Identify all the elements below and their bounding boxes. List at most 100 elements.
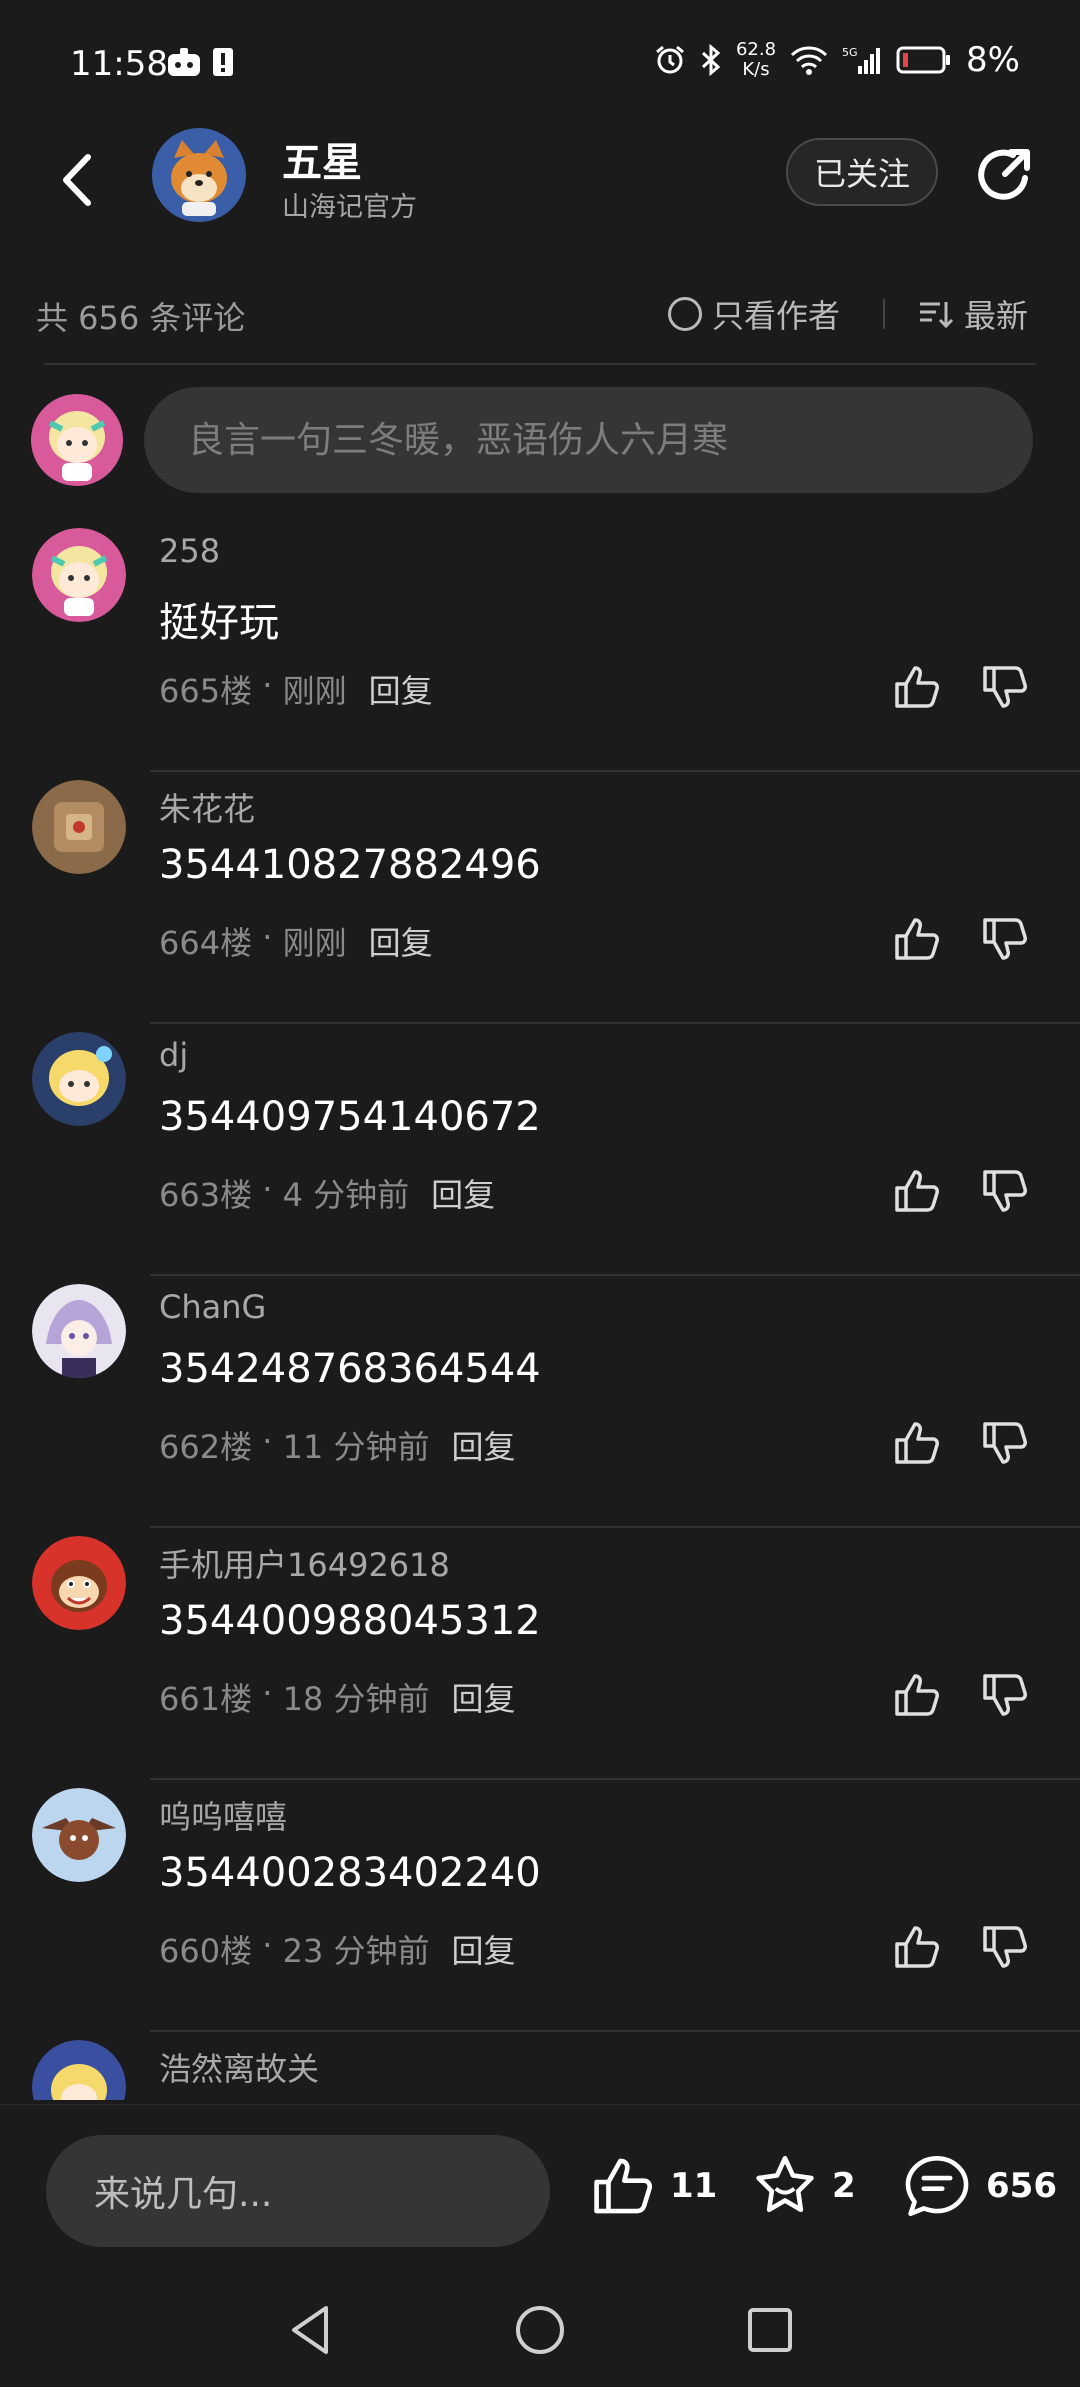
current-user-avatar [30, 393, 124, 487]
thumbs-up-icon[interactable] [892, 1166, 942, 1216]
comment-meta: 661楼 · 18 分钟前 回复 [159, 1674, 516, 1720]
share-icon[interactable] [973, 144, 1037, 208]
comment-meta: 664楼 · 刚刚 回复 [159, 918, 433, 964]
nav-home-icon[interactable] [510, 2300, 570, 2360]
user-avatar[interactable] [32, 1536, 126, 1630]
compose-row [0, 385, 1080, 495]
comment-username[interactable]: 258 [159, 532, 220, 570]
user-avatar[interactable] [32, 780, 126, 874]
author-only-toggle[interactable]: 只看作者 [668, 291, 840, 337]
thumbs-down-icon[interactable] [980, 1166, 1030, 1216]
comment-item: 手机用户16492618 354400988045312 661楼 · 18 分… [0, 1528, 1080, 1780]
anime-avatar-icon [31, 394, 123, 486]
author-only-label: 只看作者 [712, 297, 841, 335]
comment-text: 354400283402240 [159, 1850, 541, 1896]
like-action[interactable]: 11 [590, 2153, 717, 2219]
thumbs-up-icon [594, 2158, 653, 2214]
comment-time: 18 分钟前 [282, 1680, 430, 1718]
comment-time: 刚刚 [282, 924, 347, 962]
comment-floor: 663楼 [159, 1176, 253, 1214]
battery-percentage: 8% [966, 40, 1020, 80]
comment-text: 挺好玩 [159, 600, 279, 646]
user-avatar[interactable] [32, 1788, 126, 1882]
comment-time: 刚刚 [282, 672, 347, 710]
anime-avatar-icon [32, 1284, 126, 1378]
status-right: 62.8 K/s 5G 8% [654, 40, 1020, 80]
favorite-action[interactable]: 2 [752, 2153, 856, 2219]
meta-dot: · [252, 1422, 283, 1460]
meta-dot: · [252, 1674, 283, 1712]
meta-dot: · [252, 1170, 283, 1208]
app-notification-icon [168, 48, 200, 76]
thumbs-up-icon[interactable] [892, 914, 942, 964]
comment-action[interactable]: 656 [902, 2153, 1057, 2219]
back-icon[interactable] [50, 145, 110, 215]
sort-icon [920, 302, 954, 329]
thumbs-down-icon[interactable] [980, 1670, 1030, 1720]
shiba-avatar-icon [153, 129, 245, 221]
comment-meta: 663楼 · 4 分钟前 回复 [159, 1170, 495, 1216]
status-time: 11:58 [70, 44, 168, 84]
comment-floor: 661楼 [159, 1680, 253, 1718]
comment-username[interactable]: dj [159, 1036, 188, 1074]
reply-button[interactable]: 回复 [452, 1926, 516, 1972]
follow-button[interactable]: 已关注 [786, 138, 938, 206]
thumbs-down-icon[interactable] [980, 662, 1030, 712]
user-avatar[interactable] [32, 1284, 126, 1378]
header-divider [44, 363, 1036, 365]
comment-username[interactable]: 浩然离故关 [159, 2044, 319, 2090]
reply-button[interactable]: 回复 [431, 1170, 495, 1216]
comment-count: 656 [986, 2166, 1057, 2206]
comment-text: 354410827882496 [159, 842, 541, 888]
status-bar: 11:58 62.8 K/s 5G 8% [0, 0, 1080, 130]
sort-button[interactable]: 最新 [918, 291, 1028, 337]
filter-bar: 共 656 条评论 只看作者 最新 [0, 285, 1080, 345]
dragon-avatar-icon [32, 1788, 126, 1882]
network-speed: 62.8 K/s [736, 40, 776, 80]
thumbs-down-icon[interactable] [980, 1922, 1030, 1972]
comment-floor: 664楼 [159, 924, 253, 962]
user-avatar[interactable] [32, 2040, 126, 2100]
user-avatar[interactable] [32, 528, 126, 622]
sort-label: 最新 [964, 297, 1029, 335]
radio-circle-icon [668, 297, 702, 331]
say-something-input[interactable]: 来说几句... [46, 2135, 550, 2247]
thumbs-down-icon[interactable] [980, 914, 1030, 964]
comment-username[interactable]: 呜呜嘻嘻 [159, 1792, 287, 1838]
status-notification-icons [166, 46, 234, 78]
thumbs-up-icon[interactable] [892, 1418, 942, 1468]
thumbs-down-icon[interactable] [980, 1418, 1030, 1468]
comment-username[interactable]: ChanG [159, 1288, 266, 1326]
nav-back-icon[interactable] [282, 2300, 342, 2360]
comment-floor: 662楼 [159, 1428, 253, 1466]
comment-meta: 665楼 · 刚刚 回复 [159, 666, 433, 712]
page-title: 五星 [282, 140, 362, 186]
comment-input[interactable] [144, 387, 1033, 493]
comment-bubble-icon [905, 2155, 969, 2217]
wifi-icon [790, 46, 828, 75]
anime-avatar-icon [32, 528, 126, 622]
reply-button[interactable]: 回复 [369, 666, 433, 712]
reply-button[interactable]: 回复 [452, 1674, 516, 1720]
comment-username[interactable]: 手机用户16492618 [159, 1540, 450, 1586]
comment-username[interactable]: 朱花花 [159, 784, 255, 830]
nav-recents-icon[interactable] [740, 2300, 800, 2360]
thumbs-up-icon[interactable] [892, 1922, 942, 1972]
comment-list: 258 挺好玩 665楼 · 刚刚 回复 朱花花 354410827882496… [0, 520, 1080, 2100]
filter-separator [883, 299, 885, 329]
user-avatar[interactable] [32, 1032, 126, 1126]
comment-item: 朱花花 354410827882496 664楼 · 刚刚 回复 [0, 772, 1080, 1024]
comment-text: 354400988045312 [159, 1598, 541, 1644]
thumbs-up-icon[interactable] [892, 1670, 942, 1720]
reply-button[interactable]: 回复 [369, 918, 433, 964]
system-navigation-bar [0, 2274, 1080, 2387]
thumbs-up-icon[interactable] [892, 662, 942, 712]
reply-button[interactable]: 回复 [452, 1422, 516, 1468]
anime-avatar-icon [32, 1032, 126, 1126]
meta-dot: · [252, 666, 283, 704]
author-avatar[interactable] [152, 128, 246, 222]
favorite-count: 2 [832, 2166, 856, 2206]
comment-item: dj 354409754140672 663楼 · 4 分钟前 回复 [0, 1024, 1080, 1276]
comment-floor: 660楼 [159, 1932, 253, 1970]
comment-text: 354409754140672 [159, 1094, 541, 1140]
